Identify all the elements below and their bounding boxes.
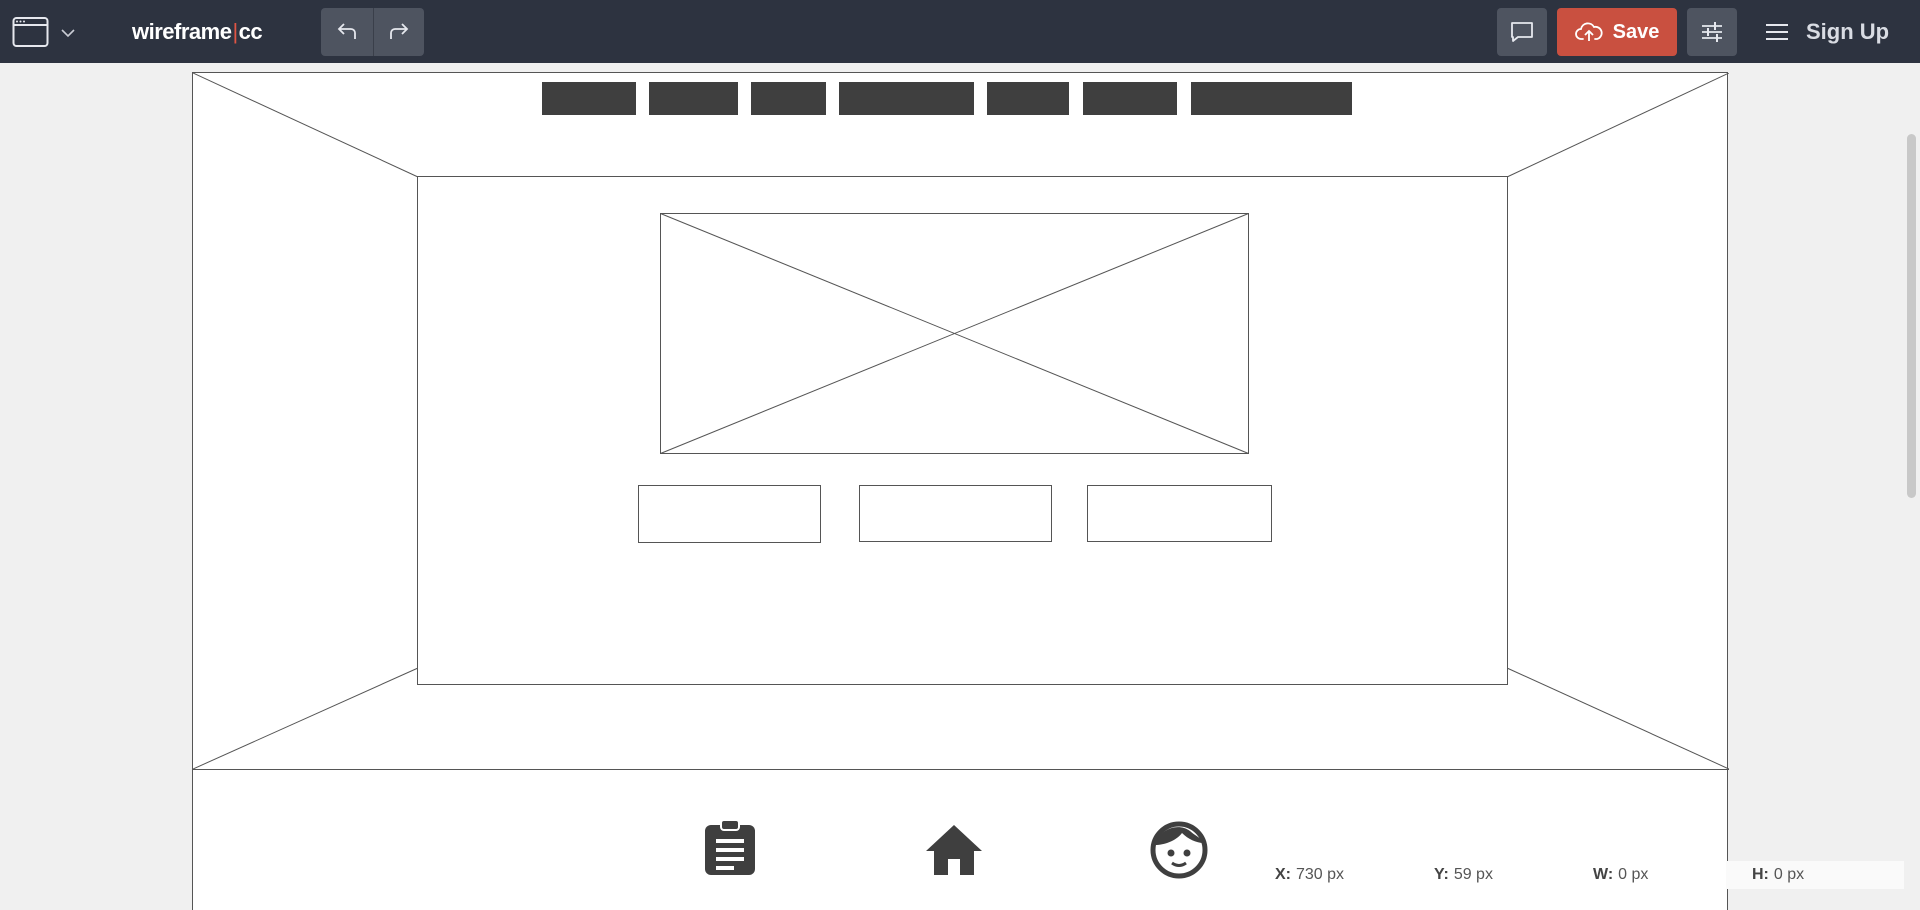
undo-icon [337,23,356,39]
content-button-3[interactable] [1087,485,1272,542]
home-icon[interactable] [924,823,984,877]
coord-y-value: 59 px [1453,866,1493,883]
coord-h-value: 0 px [1773,866,1805,883]
main-menu-button[interactable] [1760,14,1794,50]
cloud-upload-icon [1574,22,1603,41]
hamburger-menu-icon [1766,24,1788,40]
app-logo[interactable]: wireframe | cc [132,18,263,46]
face-icon[interactable] [1150,821,1208,879]
coord-w-label: W: [1593,866,1614,883]
settings-button[interactable] [1687,8,1737,56]
nav-block-3[interactable] [751,82,826,115]
image-placeholder[interactable] [660,213,1249,454]
coord-x-value: 730 px [1296,866,1345,883]
logo-text: wireframe [132,19,232,44]
coord-y-label: Y: [1434,866,1449,883]
coord-y: Y: 59 px [1434,861,1574,889]
save-button[interactable]: Save [1557,8,1677,56]
undo-redo-group [321,8,424,56]
nav-block-2[interactable] [649,82,738,115]
nav-block-5[interactable] [987,82,1069,115]
footer-divider [193,769,1729,770]
coord-w-value: 0 px [1618,866,1649,883]
logo-suffix: cc [238,19,263,44]
comments-button[interactable] [1497,8,1547,56]
logo-pipe: | [232,19,238,44]
coord-x-label: X: [1275,866,1291,883]
undo-button[interactable] [321,8,373,56]
page-type-dropdown[interactable] [12,12,80,52]
wireframe-canvas[interactable] [192,72,1729,910]
redo-button[interactable] [372,8,425,56]
clipboard-icon[interactable] [703,819,757,877]
top-toolbar: wireframe | cc Save Sign Up [0,0,1920,63]
nav-block-7[interactable] [1191,82,1352,115]
coord-x: X: 730 px [1275,861,1415,889]
coord-h: H: 0 px [1726,861,1904,889]
chevron-down-icon [61,29,75,38]
content-button-1[interactable] [638,485,821,543]
coord-w: W: 0 px [1593,861,1733,889]
nav-block-1[interactable] [542,82,636,115]
nav-block-6[interactable] [1083,82,1177,115]
save-label: Save [1612,20,1660,43]
nav-block-4[interactable] [839,82,974,115]
coord-h-label: H: [1752,866,1769,883]
sliders-icon [1702,22,1722,42]
redo-icon [389,23,409,39]
browser-window-icon [12,17,49,47]
content-button-2[interactable] [859,485,1052,542]
sign-up-link[interactable]: Sign Up [1806,18,1889,46]
vertical-scrollbar[interactable] [1907,134,1916,498]
comment-icon [1511,22,1533,42]
